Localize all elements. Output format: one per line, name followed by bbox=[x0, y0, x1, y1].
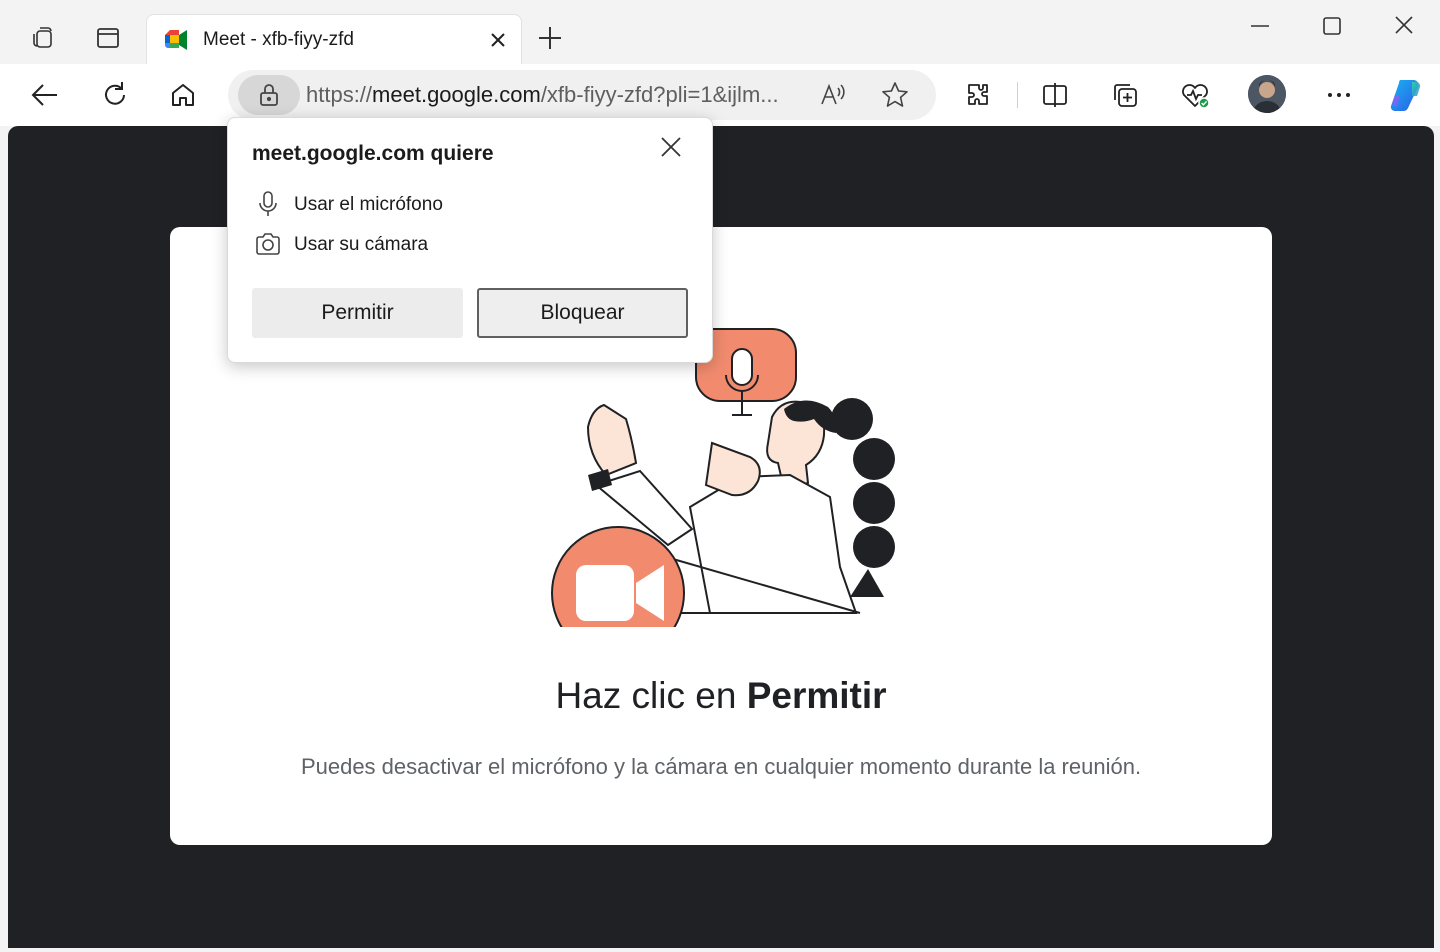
popup-title: meet.google.com quiere bbox=[252, 142, 494, 165]
permission-label: Usar su cámara bbox=[294, 234, 429, 255]
collections-icon[interactable] bbox=[1106, 76, 1144, 114]
favorite-star-icon[interactable] bbox=[880, 80, 910, 110]
block-button[interactable]: Bloquear bbox=[477, 288, 688, 338]
home-icon[interactable] bbox=[164, 76, 202, 114]
tab-bar: Meet - xfb-fiyy-zfd bbox=[0, 0, 1440, 66]
workspaces-icon[interactable] bbox=[24, 20, 60, 56]
headline-bold: Permitir bbox=[746, 675, 887, 716]
close-tab-icon[interactable] bbox=[485, 27, 511, 53]
google-meet-icon bbox=[163, 29, 189, 51]
headline-prefix: Haz clic en bbox=[555, 675, 747, 716]
site-info-button[interactable] bbox=[238, 75, 300, 115]
browser-window: Meet - xfb-fiyy-zfd https://meet.google.… bbox=[0, 0, 1440, 952]
back-icon[interactable] bbox=[26, 76, 64, 114]
lock-icon bbox=[260, 84, 278, 106]
maximize-icon[interactable] bbox=[1316, 12, 1348, 42]
page-headline: Haz clic en Permitir bbox=[170, 675, 1272, 717]
refresh-icon[interactable] bbox=[96, 76, 134, 114]
url-domain: meet.google.com bbox=[372, 82, 541, 107]
minimize-icon[interactable] bbox=[1244, 12, 1276, 42]
url-path: /xfb-fiyy-zfd?pli=1&ijlm... bbox=[540, 82, 779, 107]
copilot-icon[interactable] bbox=[1386, 76, 1424, 114]
toolbar-separator bbox=[1017, 82, 1018, 108]
allow-button[interactable]: Permitir bbox=[252, 288, 463, 338]
profile-avatar[interactable] bbox=[1248, 75, 1286, 113]
permission-camera: Usar su cámara bbox=[254, 230, 654, 260]
navigation-toolbar: https://meet.google.com/xfb-fiyy-zfd?pli… bbox=[0, 64, 1440, 126]
tab-title: Meet - xfb-fiyy-zfd bbox=[203, 29, 354, 50]
more-options-icon[interactable] bbox=[1320, 76, 1358, 114]
url-text[interactable]: https://meet.google.com/xfb-fiyy-zfd?pli… bbox=[306, 82, 779, 108]
page-content: Haz clic en Permitir Puedes desactivar e… bbox=[8, 126, 1434, 948]
new-tab-icon[interactable] bbox=[534, 22, 566, 54]
page-subtext: Puedes desactivar el micrófono y la cáma… bbox=[300, 754, 1142, 779]
url-scheme: https:// bbox=[306, 82, 373, 107]
close-window-icon[interactable] bbox=[1388, 12, 1420, 42]
address-bar[interactable]: https://meet.google.com/xfb-fiyy-zfd?pli… bbox=[228, 70, 936, 120]
extensions-icon[interactable] bbox=[960, 76, 998, 114]
permission-label: Usar el micrófono bbox=[294, 194, 443, 215]
permission-microphone: Usar el micrófono bbox=[254, 190, 654, 220]
split-screen-icon[interactable] bbox=[1036, 76, 1074, 114]
permission-popup: meet.google.com quiere Usar el micrófono bbox=[227, 117, 713, 363]
microphone-icon bbox=[254, 190, 282, 218]
read-aloud-icon[interactable] bbox=[818, 80, 848, 110]
vertical-tabs-icon[interactable] bbox=[90, 20, 126, 56]
camera-icon bbox=[254, 230, 282, 258]
popup-close-icon[interactable] bbox=[656, 132, 686, 162]
tab-meet[interactable]: Meet - xfb-fiyy-zfd bbox=[146, 14, 522, 64]
browser-essentials-icon[interactable] bbox=[1176, 76, 1214, 114]
